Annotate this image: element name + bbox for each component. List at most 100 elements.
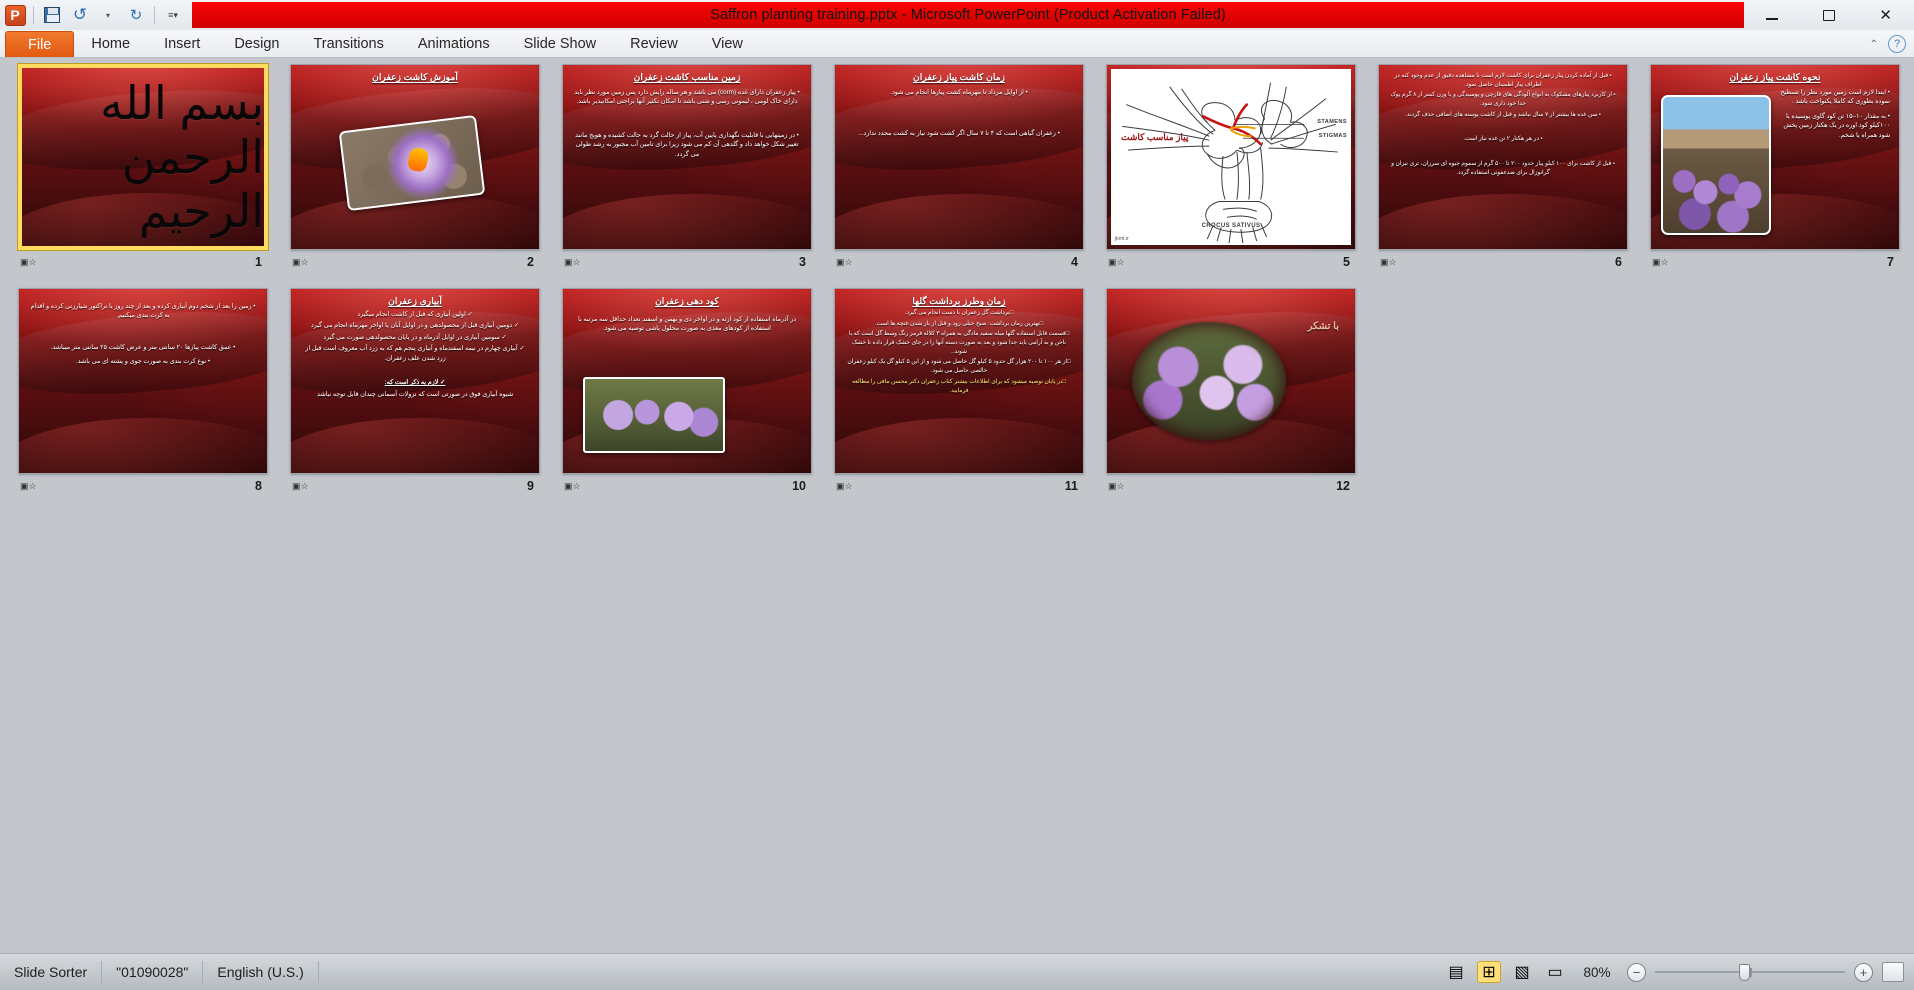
slide-canvas[interactable]: قبل از آماده کردن پیاز زعفران برای کاشت … (1378, 64, 1628, 250)
transition-icon[interactable]: ▣☆ (292, 480, 309, 492)
slide-caption: ▣☆ 2 (290, 250, 540, 272)
undo-dropdown-icon[interactable]: ▾ (95, 2, 121, 28)
crocus-line-drawing (1122, 82, 1338, 244)
minimize-button[interactable] (1750, 1, 1794, 29)
slide-sorter-view-button[interactable]: ⊞ (1477, 961, 1501, 983)
undo-icon[interactable]: ↺ (67, 2, 93, 28)
bullet-item: برداشت گل زعفران با دست انجام می گیرد. (841, 309, 1077, 318)
slide-canvas[interactable]: نحوه کاشت پیاز زعفران ایتدا لازم است زمی… (1650, 64, 1900, 250)
status-right-group[interactable]: ▤ ⊞ ▧ ▭ 80% − + (1444, 961, 1914, 983)
zoom-in-button[interactable]: + (1854, 962, 1873, 982)
slide-thumbnail-12[interactable]: با تشکر ▣☆ 12 (1106, 288, 1356, 496)
zoom-out-button[interactable]: − (1627, 962, 1646, 982)
slide-thumbnail-8[interactable]: زمین را بعد از شخم دوم آبیاری کرده و بعد… (18, 288, 268, 496)
save-icon[interactable] (39, 2, 65, 28)
slide-caption: ▣☆ 10 (562, 474, 812, 496)
slide-number: 7 (1887, 255, 1894, 269)
slide-thumbnail-3[interactable]: زمین مناسب کاشت زعفران پیاز زعفران دارای… (562, 64, 812, 272)
transition-icon[interactable]: ▣☆ (836, 256, 853, 268)
slide-caption: ▣☆ 11 (834, 474, 1084, 496)
transition-icon[interactable]: ▣☆ (1108, 256, 1125, 268)
tab-file[interactable]: File (5, 31, 75, 57)
slide-body: برداشت گل زعفران با دست انجام می گیرد. ب… (841, 309, 1077, 395)
slide-thumbnail-9[interactable]: آبیاری زعفران اولین آبیاری که قبل از کاش… (290, 288, 540, 496)
slide-number: 11 (1064, 479, 1078, 493)
transition-icon[interactable]: ▣☆ (1108, 480, 1125, 492)
tab-review[interactable]: Review (613, 31, 695, 57)
transition-icon[interactable]: ▣☆ (1380, 256, 1397, 268)
bullet-item: پیاز زعفران دارای غده (corm) می باشد و ه… (569, 88, 805, 107)
help-icon[interactable]: ? (1888, 35, 1906, 53)
ribbon-tab-strip[interactable]: File Home Insert Design Transitions Anim… (0, 30, 1914, 58)
slide-canvas[interactable]: زمان وطرز برداشت گلها برداشت گل زعفران ب… (834, 288, 1084, 474)
slide-canvas[interactable]: زمان کاشت پیاز زعفران از اوایل مرداد تا … (834, 64, 1084, 250)
slide-title: کود دهی زعفران (655, 296, 719, 306)
slide-thumbnail-11[interactable]: زمان وطرز برداشت گلها برداشت گل زعفران ب… (834, 288, 1084, 496)
bullet-item: در هر هکتار ۲ تن غده نیاز است. (1385, 135, 1621, 144)
restore-button[interactable] (1807, 1, 1851, 29)
status-theme-name[interactable]: "01090028" (102, 961, 204, 983)
tab-slide-show[interactable]: Slide Show (507, 31, 614, 57)
slide-thumbnail-4[interactable]: زمان کاشت پیاز زعفران از اوایل مرداد تا … (834, 64, 1084, 272)
quick-access-toolbar[interactable]: P ↺ ▾ ↻ ≡▾ (0, 0, 186, 30)
bullet-item: سن غده ها بیشتر از ۷ سال نباشد و قبل از … (1385, 111, 1621, 120)
slide-number: 1 (255, 255, 262, 269)
slide-sorter-pane[interactable]: بسم الله الرحمن الرحيم ▣☆ 1 آموزش کاشت ز… (0, 58, 1914, 953)
close-button[interactable]: ✕ (1864, 1, 1908, 29)
slide-canvas[interactable]: بسم الله الرحمن الرحيم (18, 64, 268, 250)
tab-transitions[interactable]: Transitions (296, 31, 400, 57)
transition-icon[interactable]: ▣☆ (292, 256, 309, 268)
tab-insert[interactable]: Insert (147, 31, 217, 57)
bullet-item: قبل از آماده کردن پیاز زعفران برای کاشت … (1385, 72, 1621, 89)
bullet-item: از کاربرد پیازهای مشکوک به انواع آلودگی … (1385, 91, 1621, 108)
slide-thumbnail-7[interactable]: نحوه کاشت پیاز زعفران ایتدا لازم است زمی… (1650, 64, 1900, 272)
slide-thumbnail-1[interactable]: بسم الله الرحمن الرحيم ▣☆ 1 (18, 64, 268, 272)
saffron-grass-photo (583, 377, 725, 453)
zoom-slider[interactable] (1655, 963, 1845, 982)
slide-canvas[interactable]: با تشکر (1106, 288, 1356, 474)
minimize-ribbon-icon[interactable]: ⌃ (1870, 39, 1878, 50)
transition-icon[interactable]: ▣☆ (1652, 256, 1669, 268)
bullet-item: ایتدا لازم است زمین مورد نظر را تسطیح نم… (1773, 88, 1893, 107)
slide-thumbnail-10[interactable]: کود دهی زعفران در آذرماه استفاده از کود … (562, 288, 812, 496)
normal-view-button[interactable]: ▤ (1444, 961, 1468, 983)
fit-slide-to-window-button[interactable] (1882, 962, 1904, 982)
slide-number: 6 (1615, 255, 1622, 269)
tab-view[interactable]: View (695, 31, 760, 57)
status-view-name: Slide Sorter (0, 961, 103, 983)
slide-thumbnail-5[interactable]: STAMENS STIGMAS CROCUS SATIVUS پیاز مناس… (1106, 64, 1356, 272)
slide-thumbnail-6[interactable]: قبل از آماده کردن پیاز زعفران برای کاشت … (1378, 64, 1628, 272)
slide-number: 9 (527, 479, 534, 493)
slide-caption: ▣☆ 7 (1650, 250, 1900, 272)
zoom-level-label[interactable]: 80% (1576, 965, 1618, 980)
bullet-item: بهترین زمان برداشت: صبح خیلی زود و قبل ا… (841, 320, 1077, 329)
divider (33, 6, 34, 24)
transition-icon[interactable]: ▣☆ (564, 256, 581, 268)
transition-icon[interactable]: ▣☆ (20, 480, 37, 492)
transition-icon[interactable]: ▣☆ (836, 480, 853, 492)
powerpoint-icon[interactable]: P (2, 2, 28, 28)
slide-canvas[interactable]: STAMENS STIGMAS CROCUS SATIVUS پیاز مناس… (1106, 64, 1356, 250)
slide-canvas[interactable]: کود دهی زعفران در آذرماه استفاده از کود … (562, 288, 812, 474)
slide-canvas[interactable]: زمین مناسب کاشت زعفران پیاز زعفران دارای… (562, 64, 812, 250)
slide-canvas[interactable]: آبیاری زعفران اولین آبیاری که قبل از کاش… (290, 288, 540, 474)
slide-thumbnail-2[interactable]: آموزش کاشت زعفران ▣☆ 2 (290, 64, 540, 272)
reading-view-button[interactable]: ▧ (1510, 961, 1534, 983)
zoom-slider-handle[interactable] (1738, 963, 1750, 981)
tab-home[interactable]: Home (74, 31, 147, 57)
window-title: Saffron planting training.pptx - Microso… (710, 7, 1226, 23)
window-controls[interactable]: ✕ (1744, 0, 1914, 30)
slide-canvas[interactable]: زمین را بعد از شخم دوم آبیاری کرده و بعد… (18, 288, 268, 474)
bullet-item: در زمینهایی با قابلیت نگهداری پایین آب، … (569, 131, 805, 159)
redo-icon[interactable]: ↻ (123, 2, 149, 28)
slide-number: 12 (1336, 479, 1350, 493)
customize-quick-access-icon[interactable]: ≡▾ (160, 2, 186, 28)
tab-design[interactable]: Design (217, 31, 296, 57)
transition-icon[interactable]: ▣☆ (564, 480, 581, 492)
tab-animations[interactable]: Animations (401, 31, 507, 57)
slide-number: 2 (527, 255, 534, 269)
status-language[interactable]: English (U.S.) (203, 961, 319, 983)
slide-canvas[interactable]: آموزش کاشت زعفران (290, 64, 540, 250)
slide-show-button[interactable]: ▭ (1543, 961, 1567, 983)
transition-icon[interactable]: ▣☆ (20, 256, 37, 268)
